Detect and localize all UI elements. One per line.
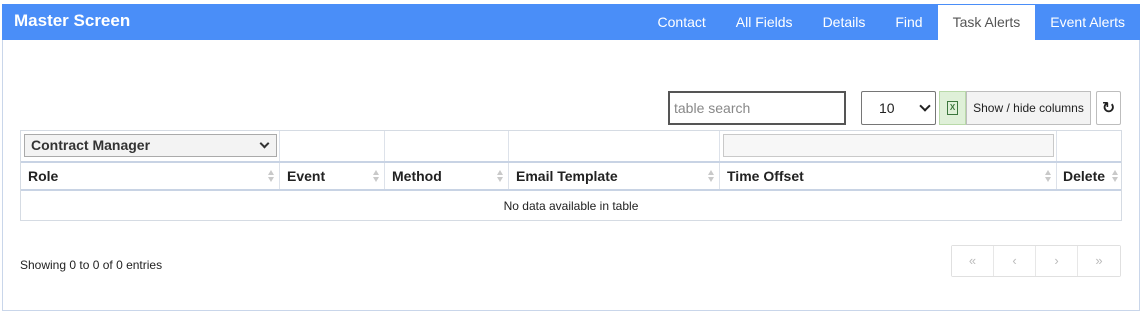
app-title: Master Screen: [14, 11, 131, 30]
next-page-button[interactable]: ›: [1036, 246, 1078, 276]
refresh-button[interactable]: ↻: [1096, 91, 1121, 125]
column-label: Time Offset: [727, 168, 804, 184]
column-header-time-offset[interactable]: Time Offset: [720, 163, 1057, 189]
tab-event-alerts[interactable]: Event Alerts: [1035, 4, 1140, 40]
sort-icon: [708, 170, 715, 182]
sort-icon: [1112, 170, 1119, 182]
filter-cell-role: Contract Manager: [21, 131, 280, 161]
filter-cell-event: [280, 131, 385, 161]
refresh-icon: ↻: [1101, 100, 1116, 117]
show-hide-columns-button[interactable]: Show / hide columns: [966, 91, 1091, 125]
top-navbar: Master Screen Contact All Fields Details…: [2, 4, 1140, 40]
chevron-down-icon: [259, 138, 270, 149]
first-page-button[interactable]: «: [952, 246, 994, 276]
empty-table-message: No data available in table: [503, 199, 639, 213]
column-label: Email Template: [516, 168, 618, 184]
export-excel-button[interactable]: X: [939, 91, 966, 125]
last-page-button[interactable]: »: [1078, 246, 1120, 276]
time-offset-filter-input[interactable]: [723, 134, 1054, 157]
table-info: Showing 0 to 0 of 0 entries: [20, 258, 163, 272]
tab-contact[interactable]: Contact: [643, 4, 721, 40]
filter-cell-method: [385, 131, 509, 161]
pagination: « ‹ › »: [951, 245, 1121, 277]
column-label: Role: [28, 168, 59, 184]
tab-details[interactable]: Details: [808, 4, 881, 40]
tab-all-fields[interactable]: All Fields: [721, 4, 808, 40]
excel-export-icon: X: [947, 101, 958, 115]
column-header-method[interactable]: Method: [385, 163, 509, 189]
sort-icon: [497, 170, 504, 182]
column-label: Method: [392, 168, 442, 184]
chevron-down-icon: [919, 100, 931, 112]
role-filter-value: Contract Manager: [31, 137, 151, 153]
tab-bar: Contact All Fields Details Find Task Ale…: [643, 4, 1140, 40]
table-header-row: Role Event Method Email Template Time Of…: [21, 161, 1121, 191]
column-header-event[interactable]: Event: [280, 163, 385, 189]
previous-page-button[interactable]: ‹: [994, 246, 1036, 276]
table-search-input[interactable]: [668, 91, 846, 125]
tab-task-alerts[interactable]: Task Alerts: [937, 5, 1036, 40]
page-size-value: 10: [879, 100, 895, 116]
sort-icon: [268, 170, 275, 182]
column-header-role[interactable]: Role: [21, 163, 280, 189]
filter-cell-email-template: [509, 131, 720, 161]
column-header-email-template[interactable]: Email Template: [509, 163, 720, 189]
sort-icon: [373, 170, 380, 182]
role-filter-select[interactable]: Contract Manager: [24, 134, 277, 157]
column-header-delete[interactable]: Delete: [1057, 163, 1121, 189]
sort-icon: [1045, 170, 1052, 182]
column-label: Delete: [1063, 168, 1106, 184]
column-label: Event: [287, 168, 326, 184]
task-alerts-table: Contract Manager Role Event Method Email…: [20, 130, 1122, 221]
tab-find[interactable]: Find: [880, 4, 937, 40]
page-size-select[interactable]: 10: [861, 91, 936, 125]
